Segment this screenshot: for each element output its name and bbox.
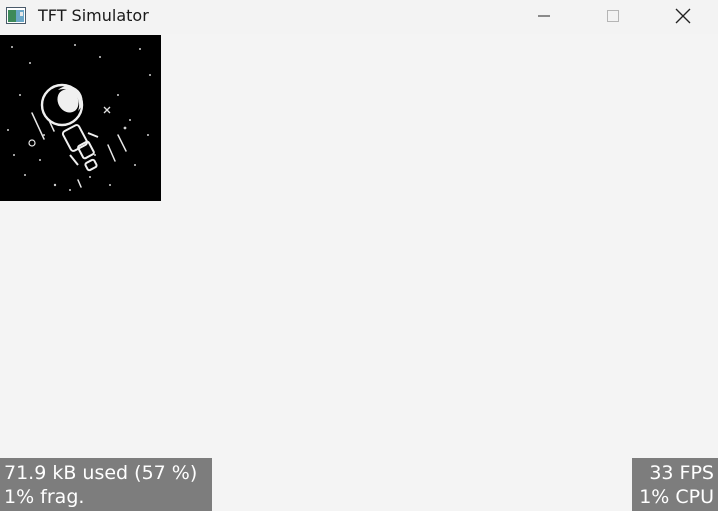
maximize-icon xyxy=(607,10,619,22)
maximize-button[interactable] xyxy=(578,0,648,32)
memory-used-label: 71.9 kB used (57 %) xyxy=(4,462,198,484)
app-window-icon xyxy=(6,7,26,24)
astronaut-image xyxy=(0,35,161,201)
simulator-window: TFT Simulator 71.9 kB used (57 %) 1% fra… xyxy=(0,0,718,511)
fps-label: 33 FPS xyxy=(649,462,714,484)
title-bar[interactable]: TFT Simulator xyxy=(0,0,718,34)
close-icon xyxy=(675,8,691,24)
memory-monitor: 71.9 kB used (57 %) 1% frag. xyxy=(0,458,212,511)
minimize-button[interactable] xyxy=(509,0,579,32)
minimize-icon xyxy=(538,15,550,17)
simulator-display[interactable]: 71.9 kB used (57 %) 1% frag. 33 FPS 1% C… xyxy=(0,34,718,511)
close-button[interactable] xyxy=(648,0,718,32)
astronaut-illustration xyxy=(0,35,161,201)
window-title: TFT Simulator xyxy=(38,6,149,25)
performance-monitor: 33 FPS 1% CPU xyxy=(632,458,718,511)
cpu-label: 1% CPU xyxy=(639,486,714,508)
fragmentation-label: 1% frag. xyxy=(4,486,85,508)
